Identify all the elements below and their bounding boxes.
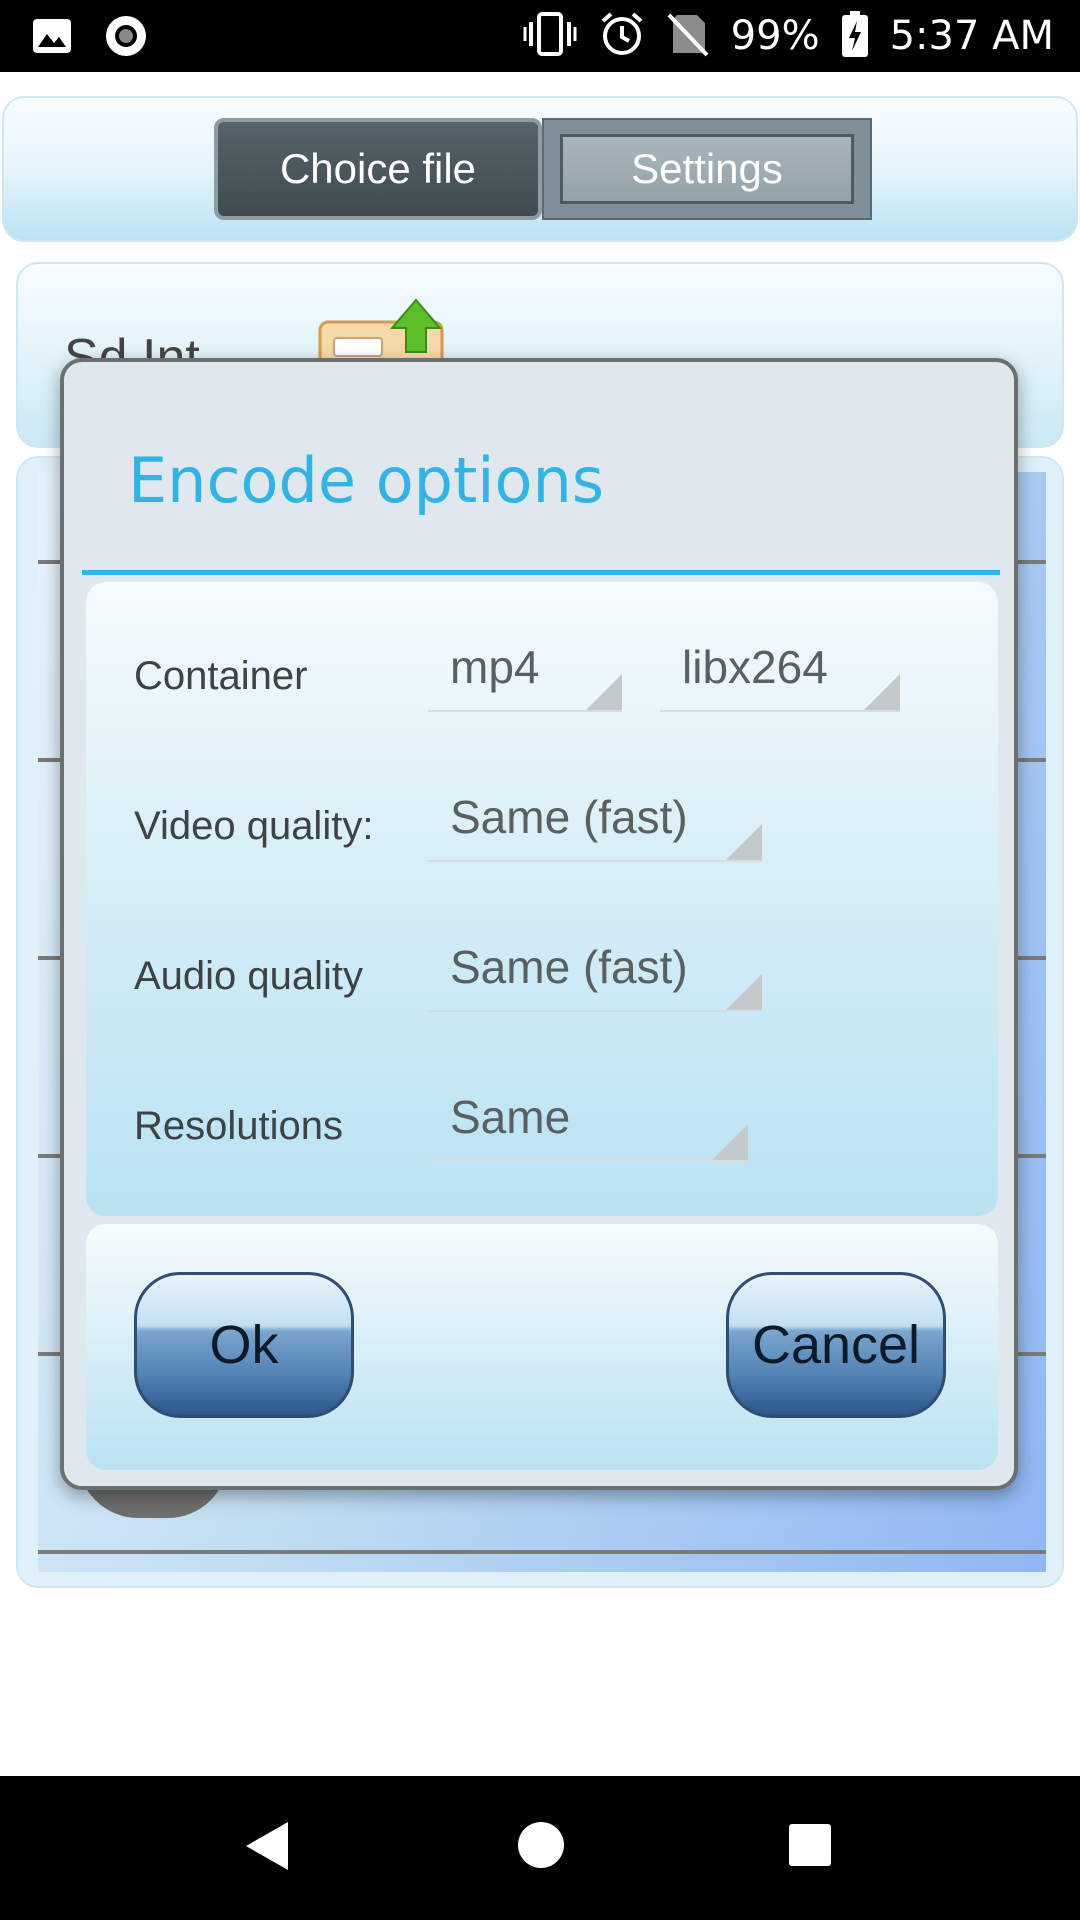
dropdown-corner-icon — [586, 674, 622, 710]
resolution-spinner[interactable]: Same — [428, 1078, 748, 1162]
encode-form: Container mp4 libx264 Video quality: Sam… — [86, 582, 998, 1216]
tab-settings-label: Settings — [631, 145, 783, 192]
video-quality-value: Same (fast) — [450, 791, 688, 843]
recent-apps-icon[interactable] — [789, 1824, 831, 1866]
record-icon — [104, 14, 148, 63]
list-divider — [38, 1550, 1046, 1554]
container-label: Container — [134, 654, 308, 698]
no-sim-icon — [667, 11, 709, 62]
resolutions-label: Resolutions — [134, 1104, 344, 1148]
battery-percent: 99% — [730, 13, 820, 59]
video-quality-spinner[interactable]: Same (fast) — [428, 778, 762, 862]
container-format-value: mp4 — [450, 641, 540, 693]
tab-choice-file-label: Choice file — [279, 145, 477, 192]
encode-options-dialog: Encode options Container mp4 libx264 Vid… — [60, 358, 1018, 1490]
video-codec-value: libx264 — [682, 641, 828, 693]
tab-bar: Choice file Settings — [2, 96, 1078, 242]
image-icon — [32, 16, 72, 61]
audio-quality-spinner[interactable]: Same (fast) — [428, 928, 762, 1012]
dropdown-corner-icon — [726, 974, 762, 1010]
dialog-button-panel: Ok Cancel — [86, 1224, 998, 1470]
dropdown-corner-icon — [726, 824, 762, 860]
battery-charging-icon — [841, 10, 868, 62]
audio-quality-label: Audio quality — [134, 954, 364, 998]
cancel-button[interactable]: Cancel — [726, 1272, 946, 1418]
ok-button[interactable]: Ok — [134, 1272, 354, 1418]
video-codec-spinner[interactable]: libx264 — [660, 628, 900, 712]
status-bar: 99% 5:37 AM — [0, 0, 1080, 72]
resolution-value: Same — [450, 1091, 571, 1143]
video-quality-label: Video quality: — [134, 804, 374, 848]
home-icon[interactable] — [518, 1822, 564, 1868]
vibrate-icon — [523, 11, 577, 61]
dialog-title: Encode options — [128, 444, 605, 517]
title-divider — [82, 570, 1000, 575]
clock: 5:37 AM — [889, 13, 1054, 59]
tab-choice-file[interactable]: Choice file — [214, 118, 542, 220]
audio-quality-value: Same (fast) — [450, 941, 688, 993]
cancel-button-label: Cancel — [751, 1315, 921, 1375]
alarm-icon — [599, 11, 645, 62]
dropdown-corner-icon — [712, 1124, 748, 1160]
dropdown-corner-icon — [864, 674, 900, 710]
tab-settings[interactable]: Settings — [542, 118, 872, 220]
ok-button-label: Ok — [209, 1315, 279, 1375]
container-format-spinner[interactable]: mp4 — [428, 628, 622, 712]
navigation-bar — [0, 1776, 1080, 1920]
back-icon[interactable] — [246, 1822, 288, 1870]
